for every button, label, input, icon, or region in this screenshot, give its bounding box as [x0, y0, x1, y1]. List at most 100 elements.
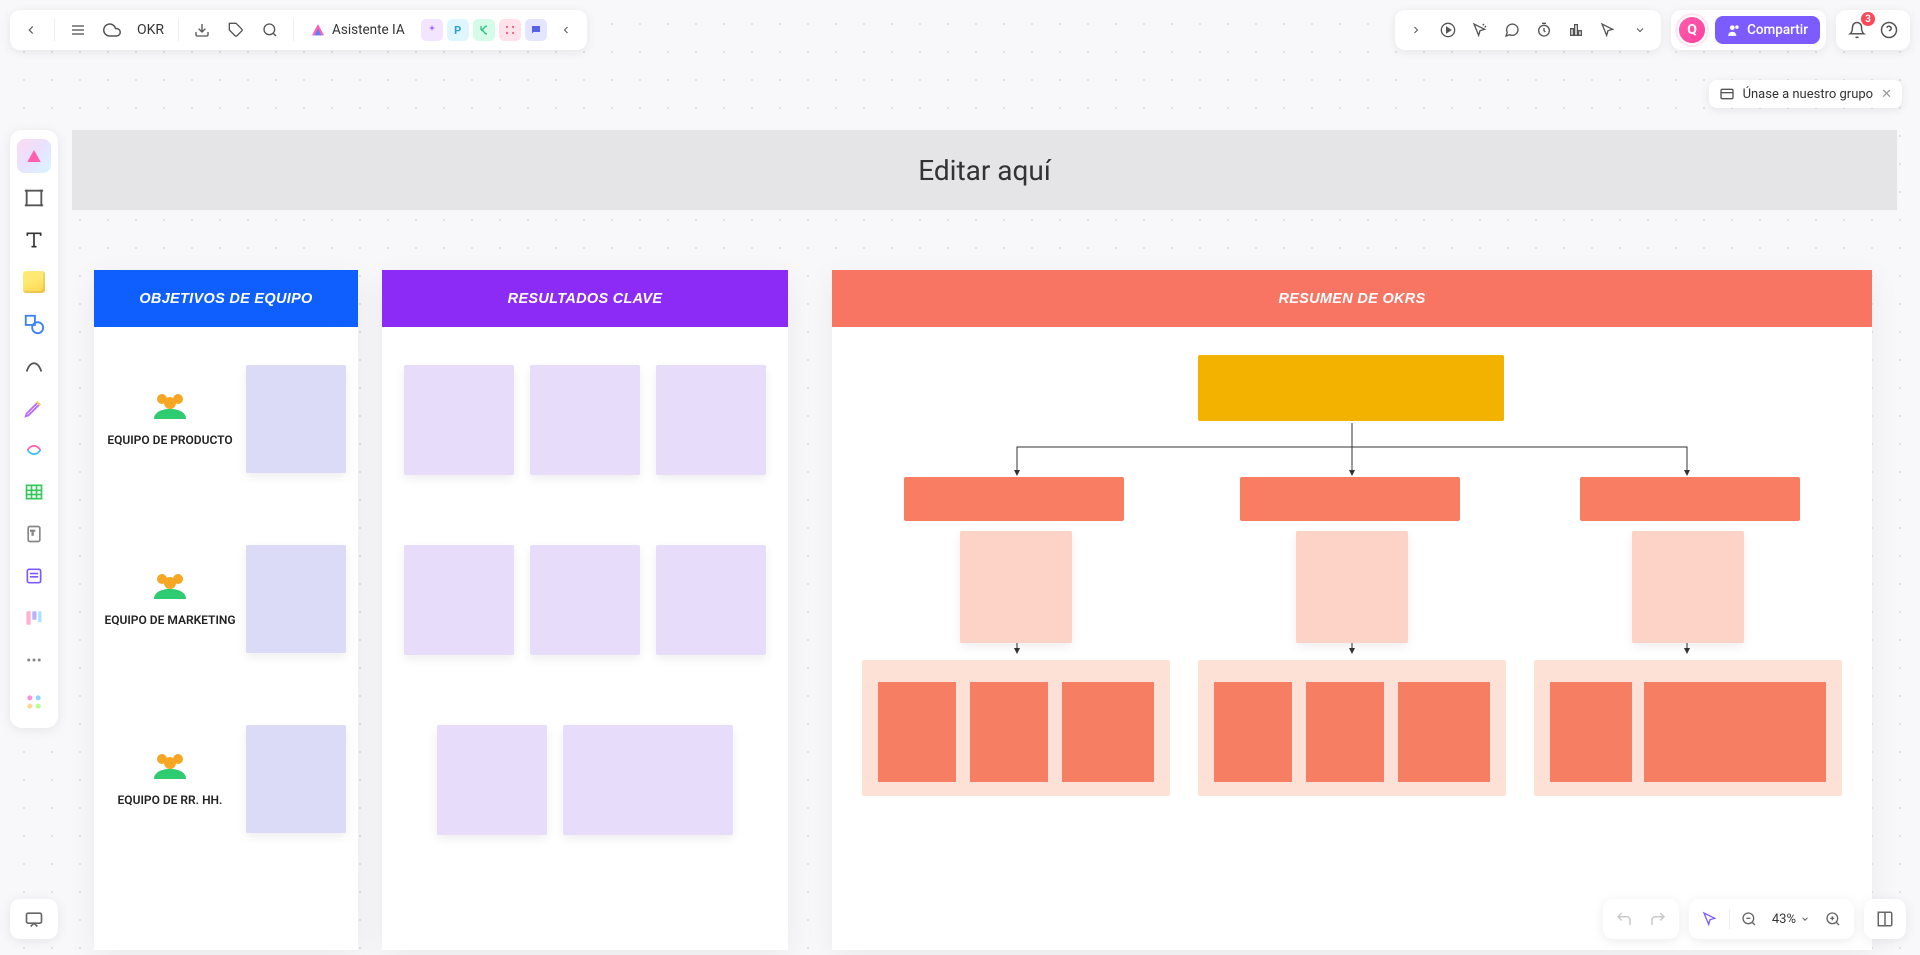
shape-icon: [23, 313, 45, 335]
org-item[interactable]: [1550, 682, 1632, 782]
more-top-button[interactable]: [1625, 15, 1655, 45]
org-item[interactable]: [970, 682, 1048, 782]
org-item[interactable]: [1644, 682, 1826, 782]
minimap-button[interactable]: [1870, 904, 1900, 934]
cursor-fx-button[interactable]: [1465, 15, 1495, 45]
apps-button[interactable]: [16, 684, 52, 720]
join-group-label: Únase a nuestro grupo: [1743, 87, 1874, 102]
org-branch-box[interactable]: [1240, 477, 1460, 521]
menu-button[interactable]: [63, 15, 93, 45]
ai-chip-sparkle[interactable]: [421, 19, 443, 41]
expand-button[interactable]: [1401, 15, 1431, 45]
panel-summary[interactable]: RESUMEN DE OKRS: [832, 270, 1872, 950]
help-button[interactable]: [1874, 15, 1904, 45]
org-item[interactable]: [1306, 682, 1384, 782]
kr-card[interactable]: [437, 725, 547, 835]
sticky-note-tool[interactable]: [16, 264, 52, 300]
text-tool[interactable]: [16, 222, 52, 258]
panel-key-results[interactable]: RESULTADOS CLAVE: [382, 270, 788, 950]
kr-card[interactable]: [404, 365, 514, 475]
frame-icon: [23, 187, 45, 209]
panel-kr-header: RESULTADOS CLAVE: [382, 270, 788, 327]
org-item[interactable]: [878, 682, 956, 782]
team-label: EQUIPO DE PRODUCTO: [107, 433, 232, 447]
more-tools-button[interactable]: [16, 642, 52, 678]
org-note[interactable]: [960, 531, 1072, 643]
panel-objectives[interactable]: OBJETIVOS DE EQUIPO EQUIPO DE PRODUCTO E…: [94, 270, 358, 950]
play-button[interactable]: [1433, 15, 1463, 45]
avatar[interactable]: Q: [1677, 15, 1707, 45]
board[interactable]: Editar aquí OBJETIVOS DE EQUIPO EQUIPO D…: [72, 130, 1898, 930]
kr-card[interactable]: [530, 365, 640, 475]
vote-button[interactable]: [1561, 15, 1591, 45]
feedback-button[interactable]: [10, 899, 58, 939]
comment-button[interactable]: [1497, 15, 1527, 45]
org-note[interactable]: [1632, 531, 1744, 643]
board-title-strip[interactable]: Editar aquí: [72, 130, 1897, 210]
card-tool[interactable]: [16, 558, 52, 594]
shape-tool[interactable]: [16, 306, 52, 342]
ai-chip-nodes[interactable]: [499, 19, 521, 41]
chevron-right-icon: [1410, 24, 1422, 36]
kr-card[interactable]: [404, 545, 514, 655]
zoom-out-icon: [1741, 911, 1757, 927]
timer-button[interactable]: [1529, 15, 1559, 45]
panel-summary-header: RESUMEN DE OKRS: [832, 270, 1872, 327]
search-button[interactable]: [255, 15, 285, 45]
team-info: EQUIPO DE RR. HH.: [94, 751, 246, 807]
org-branch-box[interactable]: [1580, 477, 1800, 521]
org-top-box[interactable]: [1198, 355, 1504, 421]
redo-button[interactable]: [1643, 904, 1673, 934]
org-branch-box[interactable]: [904, 477, 1124, 521]
collapse-ai-button[interactable]: [551, 15, 581, 45]
follow-button[interactable]: [1593, 15, 1623, 45]
connector-tool[interactable]: [16, 348, 52, 384]
objective-card[interactable]: [246, 725, 346, 833]
minimap-icon: [1876, 910, 1894, 928]
zoom-value[interactable]: 43%: [1768, 912, 1814, 927]
ai-chip-p[interactable]: P: [447, 19, 469, 41]
ai-chip-chat[interactable]: [525, 19, 547, 41]
objective-card[interactable]: [246, 365, 346, 473]
share-button[interactable]: Compartir: [1715, 16, 1820, 44]
kr-card[interactable]: [530, 545, 640, 655]
org-item[interactable]: [1062, 682, 1154, 782]
org-item[interactable]: [1214, 682, 1292, 782]
pen-tool[interactable]: [16, 390, 52, 426]
chevron-down-icon: [1634, 24, 1646, 36]
close-icon[interactable]: ✕: [1881, 87, 1892, 102]
tag-button[interactable]: [221, 15, 251, 45]
connector-icon: [23, 355, 45, 377]
join-group-chip[interactable]: Únase a nuestro grupo ✕: [1709, 80, 1902, 108]
kr-card[interactable]: [563, 725, 733, 835]
kr-card[interactable]: [656, 545, 766, 655]
sync-button[interactable]: [97, 15, 127, 45]
export-button[interactable]: [187, 15, 217, 45]
org-note[interactable]: [1296, 531, 1408, 643]
table-tool[interactable]: [16, 474, 52, 510]
undo-button[interactable]: [1609, 904, 1639, 934]
ai-assistant-button[interactable]: Asistente IA: [302, 18, 413, 42]
org-mat[interactable]: [1534, 660, 1842, 796]
ai-chip-branch[interactable]: [473, 19, 495, 41]
zoom-in-button[interactable]: [1818, 904, 1848, 934]
templates-button[interactable]: [16, 138, 52, 174]
document-name[interactable]: OKR: [131, 22, 170, 38]
objective-card[interactable]: [246, 545, 346, 653]
kr-card[interactable]: [656, 365, 766, 475]
separator: [178, 19, 179, 41]
org-mat[interactable]: [1198, 660, 1506, 796]
cursor-mode-button[interactable]: [1695, 904, 1725, 934]
org-mat[interactable]: [862, 660, 1170, 796]
cursor-fx-icon: [1472, 22, 1488, 38]
panel-objectives-header: OBJETIVOS DE EQUIPO: [94, 270, 358, 327]
kr-row: [382, 725, 788, 835]
frame-tool[interactable]: [16, 180, 52, 216]
zoom-out-button[interactable]: [1734, 904, 1764, 934]
doc-tool[interactable]: T: [16, 516, 52, 552]
org-item[interactable]: [1398, 682, 1490, 782]
back-button[interactable]: [16, 15, 46, 45]
mindmap-tool[interactable]: [16, 432, 52, 468]
notifications-button[interactable]: 3: [1842, 15, 1872, 45]
kanban-tool[interactable]: [16, 600, 52, 636]
